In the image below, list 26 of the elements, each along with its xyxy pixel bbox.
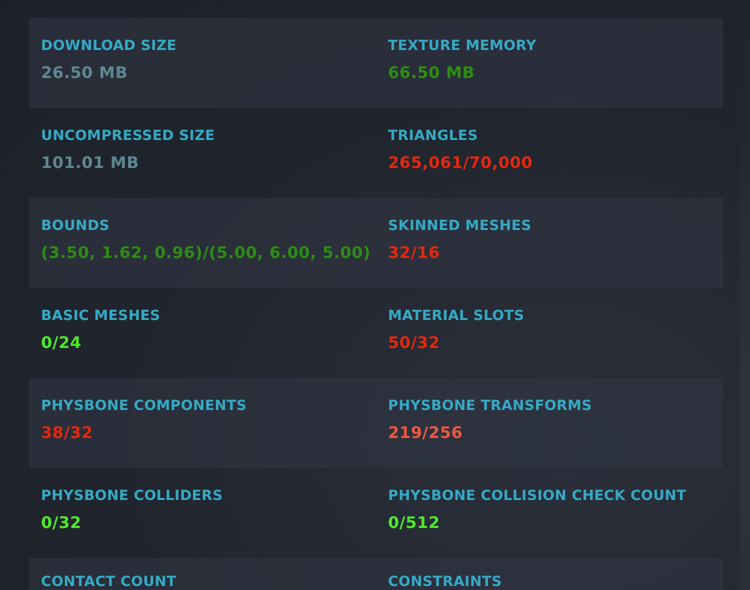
stat-label: PHYSBONE COLLIDERS	[41, 488, 223, 504]
stat-label: MATERIAL SLOTS	[388, 308, 524, 324]
stat-label: DOWNLOAD SIZE	[41, 38, 177, 54]
stat-value: 0/32	[41, 513, 82, 532]
stat-value: 265,061/70,000	[388, 153, 533, 172]
stat-label: TEXTURE MEMORY	[388, 38, 536, 54]
stat-label: BASIC MESHES	[41, 308, 160, 324]
stat-label: PHYSBONE COMPONENTS	[41, 398, 247, 414]
stat-value: 66.50 MB	[388, 63, 475, 82]
stat-value: 0/24	[41, 333, 82, 352]
stat-label: BOUNDS	[41, 218, 110, 234]
stat-label: CONTACT COUNT	[41, 574, 176, 590]
stat-value: 50/32	[388, 333, 440, 352]
stat-value: 219/256	[388, 423, 463, 442]
stat-value: 101.01 MB	[41, 153, 140, 172]
stat-label: PHYSBONE TRANSFORMS	[388, 398, 592, 414]
stat-label: SKINNED MESHES	[388, 218, 532, 234]
stat-label: UNCOMPRESSED SIZE	[41, 128, 215, 144]
stat-label: PHYSBONE COLLISION CHECK COUNT	[388, 488, 686, 504]
stat-value: 38/32	[41, 423, 93, 442]
stat-value: 26.50 MB	[41, 63, 128, 82]
stat-label: CONSTRAINTS	[388, 574, 502, 590]
stat-label: TRIANGLES	[388, 128, 478, 144]
stat-value: (3.50, 1.62, 0.96)/(5.00, 6.00, 5.00)	[41, 243, 371, 262]
stat-value: 0/512	[388, 513, 440, 532]
stat-value: 32/16	[388, 243, 440, 262]
